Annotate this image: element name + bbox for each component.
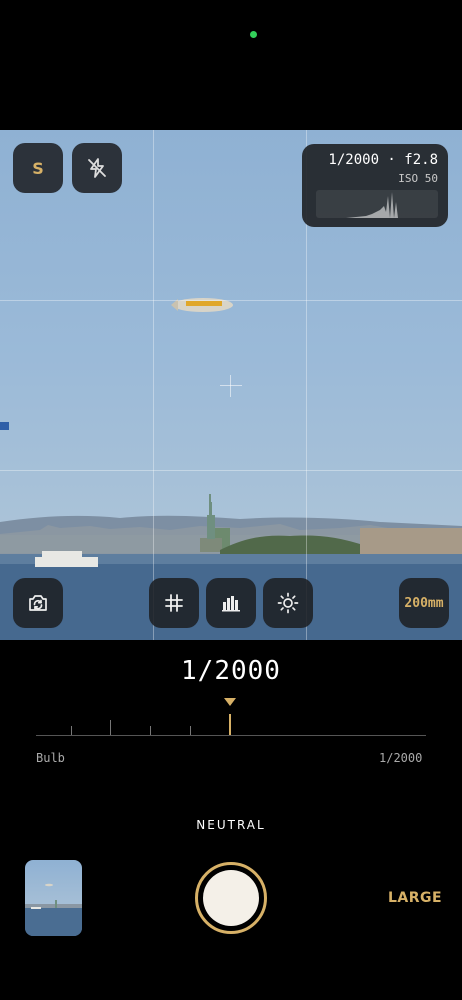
focus-crosshair-horizontal <box>220 385 242 386</box>
dial-tick <box>110 720 111 736</box>
shutter-button-inner <box>203 870 259 926</box>
switch-camera-icon <box>29 595 47 611</box>
lens-selector-button[interactable]: 200mm <box>399 578 449 628</box>
last-photo-thumbnail[interactable] <box>25 860 82 936</box>
shutter-speed-dial[interactable] <box>36 698 426 740</box>
flash-toggle-button[interactable] <box>72 143 122 193</box>
live-histogram <box>316 190 438 218</box>
color-profile-label[interactable]: NEUTRAL <box>0 818 462 832</box>
iso-value: ISO 50 <box>398 172 438 185</box>
flash-off-icon <box>88 158 106 178</box>
histogram-icon <box>222 596 240 612</box>
histogram-toggle-button[interactable] <box>206 578 256 628</box>
shutter-button[interactable] <box>195 862 267 934</box>
exposure-compensation-button[interactable] <box>263 578 313 628</box>
focus-crosshair-vertical <box>230 375 231 397</box>
dial-indicator-arrow <box>224 698 236 706</box>
mode-button-label: S <box>32 158 44 178</box>
dial-track <box>36 735 426 736</box>
capture-size-label[interactable]: LARGE <box>388 890 442 906</box>
grid-line-vertical-1 <box>153 130 154 640</box>
switch-camera-button[interactable] <box>13 578 63 628</box>
grid-line-horizontal-1 <box>0 300 462 301</box>
dial-current-marker <box>229 714 231 736</box>
dial-min-label: Bulb <box>36 751 65 765</box>
grid-icon <box>165 594 183 612</box>
grid-toggle-button[interactable] <box>149 578 199 628</box>
exposure-summary: 1/2000 · f2.8 <box>328 152 438 168</box>
grid-line-horizontal-2 <box>0 470 462 471</box>
camera-viewfinder[interactable]: S 1/2000 · f2.8 ISO 50 200mm <box>0 130 462 640</box>
dial-max-label: 1/2000 <box>379 751 423 765</box>
thumbnail-image <box>25 883 82 936</box>
lens-label: 200mm <box>404 595 444 611</box>
shutter-priority-mode-button[interactable]: S <box>13 143 63 193</box>
privacy-indicator-dot <box>250 31 257 38</box>
shutter-speed-value: 1/2000 <box>181 656 281 686</box>
sun-icon <box>277 592 299 614</box>
